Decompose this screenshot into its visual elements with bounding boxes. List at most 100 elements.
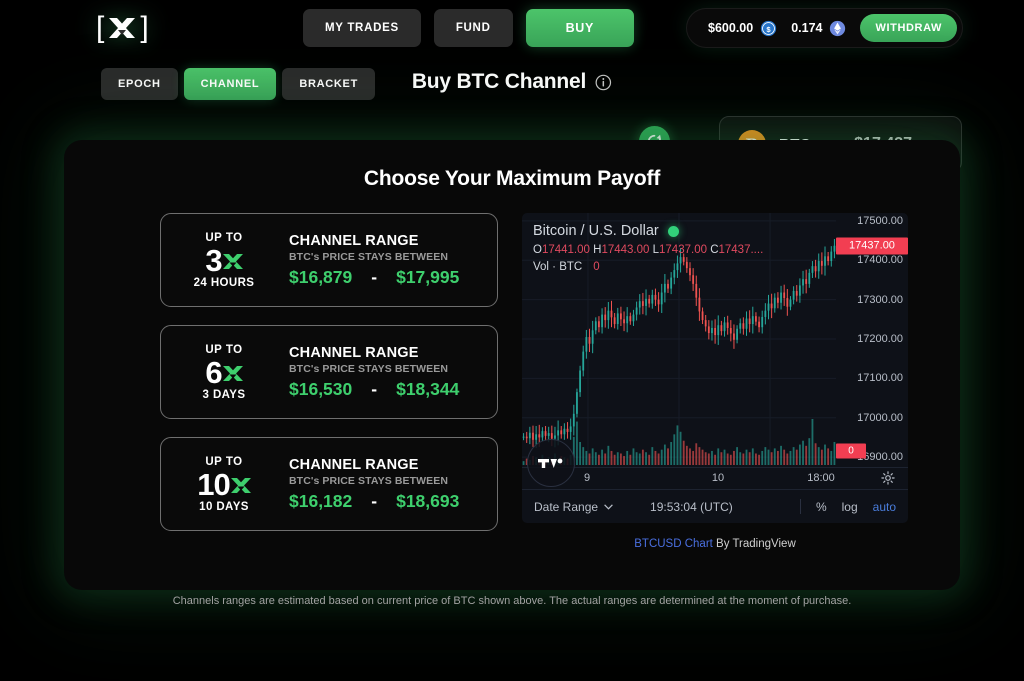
payoff-card-list: UP TO 3 24 HOURS CHANNEL RANGE BTC's PRI… <box>160 213 498 550</box>
mode-epoch[interactable]: EPOCH <box>101 68 178 100</box>
duration-label: 24 HOURS <box>193 276 255 289</box>
chart-time-axis[interactable]: 9 10 18:00 <box>522 467 908 489</box>
ohlc-c-label: C <box>710 244 719 256</box>
channel-range-values: $16,530 - $18,344 <box>289 379 459 400</box>
range-low: $16,182 <box>289 490 353 511</box>
ohlc-h-value: 17443.00 <box>601 244 650 256</box>
range-high: $18,344 <box>396 378 460 399</box>
percent-scale-button[interactable]: % <box>816 500 827 514</box>
withdraw-button[interactable]: WITHDRAW <box>860 14 957 42</box>
fund-button[interactable]: FUND <box>433 9 513 47</box>
channel-range-subtitle: BTC's PRICE STAYS BETWEEN <box>289 362 449 375</box>
channel-range-subtitle: BTC's PRICE STAYS BETWEEN <box>289 250 449 263</box>
tradingview-watermark <box>527 439 575 487</box>
wallet-balance-bar: $600.00 $ 0.174 WITHDRAW <box>687 9 962 47</box>
top-navigation-bar: [ ] MY TRADES FUND BUY $600.00 $ 0.174 W… <box>0 0 1024 56</box>
date-range-label: Date Range <box>534 499 599 514</box>
duration-label: 10 DAYS <box>199 500 249 513</box>
duration-label: 3 DAYS <box>202 388 246 401</box>
range-dash: - <box>371 378 378 399</box>
range-high: $17,995 <box>396 266 460 287</box>
up-to-label: UP TO <box>205 343 243 356</box>
toolbar-divider <box>799 499 801 514</box>
range-low: $16,530 <box>289 378 353 399</box>
logo-bracket-right: ] <box>140 11 149 44</box>
y-tick-2: 17300.00 <box>857 293 903 306</box>
page-title: Buy BTC Channel <box>412 70 612 94</box>
payoff-multiplier-block: UP TO 3 24 HOURS <box>161 232 287 289</box>
y-tick-4: 17100.00 <box>857 372 903 385</box>
chart-price-axis[interactable]: 17500.00 17400.00 17300.00 17200.00 17100.00… <box>836 213 908 465</box>
range-high: $18,693 <box>396 490 460 511</box>
multiplier-value: 3 <box>205 242 243 278</box>
my-trades-button[interactable]: MY TRADES <box>303 9 421 47</box>
multiplier-value: 6 <box>205 357 243 388</box>
channel-range-title: CHANNEL RANGE <box>289 456 419 473</box>
logo-bracket-left: [ <box>96 11 105 44</box>
page-title-text: Buy BTC Channel <box>411 70 587 93</box>
chart-volume-row: Vol · BTC 0 <box>533 261 763 273</box>
payoff-multiplier-block: UP TO 6 3 DAYS <box>161 344 287 401</box>
x-logo-icon <box>109 18 136 38</box>
log-scale-button[interactable]: log <box>842 500 858 514</box>
payoff-card-10x[interactable]: UP TO 10 10 DAYS CHANNEL RANGE BTC's PRI… <box>160 437 498 531</box>
ohlc-c-value: 17437.... <box>718 244 764 256</box>
chart-footer-toolbar: Date Range 19:53:04 (UTC) % log auto <box>522 489 908 523</box>
tradingview-logo-icon <box>538 458 563 468</box>
range-low: $16,879 <box>289 266 353 287</box>
y-tick-3: 17200.00 <box>857 333 903 345</box>
main-panel: Choose Your Maximum Payoff UP TO 3 24 HO… <box>64 140 960 590</box>
payoff-card-6x[interactable]: UP TO 6 3 DAYS CHANNEL RANGE BTC's PRICE… <box>160 325 498 419</box>
panel-body: UP TO 3 24 HOURS CHANNEL RANGE BTC's PRI… <box>64 191 960 550</box>
channel-range-block: CHANNEL RANGE BTC's PRICE STAYS BETWEEN … <box>287 233 459 288</box>
attribution-suffix: By TradingView <box>712 538 796 550</box>
info-icon[interactable] <box>595 74 612 91</box>
chart-container: Bitcoin / U.S. Dollar O17441.00 H17443.0… <box>522 213 908 550</box>
x-tick-0: 9 <box>583 472 591 484</box>
gear-icon[interactable] <box>881 471 895 485</box>
disclaimer-text: Channels ranges are estimated based on c… <box>172 595 852 607</box>
brand-logo[interactable]: [ ] <box>96 13 149 43</box>
chart-legend: Bitcoin / U.S. Dollar O17441.00 H17443.0… <box>533 223 763 273</box>
primary-nav-buttons: MY TRADES FUND BUY <box>303 9 635 47</box>
x-multiplier-icon <box>230 477 251 493</box>
channel-range-values: $16,879 - $17,995 <box>289 267 459 288</box>
mode-channel[interactable]: CHANNEL <box>183 68 277 100</box>
usd-balance[interactable]: $600.00 $ <box>708 20 777 37</box>
range-dash: - <box>371 266 378 287</box>
y-tick-5: 17000.00 <box>857 411 903 424</box>
channel-range-values: $16,182 - $18,693 <box>289 491 459 512</box>
chart-attribution: BTCUSD Chart By TradingView <box>522 538 908 550</box>
usd-balance-value: $600.00 <box>708 21 754 35</box>
payoff-multiplier-block: UP TO 10 10 DAYS <box>161 456 287 513</box>
chart-clock: 19:53:04 (UTC) <box>650 499 733 514</box>
x-tick-2: 18:00 <box>807 472 835 484</box>
payoff-card-3x[interactable]: UP TO 3 24 HOURS CHANNEL RANGE BTC's PRI… <box>160 213 498 307</box>
channel-range-block: CHANNEL RANGE BTC's PRICE STAYS BETWEEN … <box>287 345 459 400</box>
multiplier-number: 3 <box>205 242 222 278</box>
channel-range-block: CHANNEL RANGE BTC's PRICE STAYS BETWEEN … <box>287 457 459 512</box>
multiplier-number: 10 <box>197 466 230 502</box>
date-range-selector[interactable]: Date Range <box>534 500 613 514</box>
chart-symbol-name: Bitcoin / U.S. Dollar <box>533 223 659 239</box>
buy-button[interactable]: BUY <box>525 9 635 47</box>
market-open-dot <box>667 225 679 237</box>
mode-bracket[interactable]: BRACKET <box>282 68 375 100</box>
btcusd-chart-link[interactable]: BTCUSD Chart <box>634 538 713 550</box>
up-to-label: UP TO <box>205 231 243 244</box>
up-to-label: UP TO <box>205 455 243 468</box>
channel-range-subtitle: BTC's PRICE STAYS BETWEEN <box>289 474 449 487</box>
tradingview-chart[interactable]: Bitcoin / U.S. Dollar O17441.00 H17443.0… <box>522 213 908 523</box>
chart-ohlc-row: O17441.00 H17443.00 L17437.00 C17437.... <box>533 244 763 256</box>
x-multiplier-icon <box>222 365 243 381</box>
ethereum-icon <box>830 20 846 36</box>
auto-scale-button[interactable]: auto <box>873 500 896 514</box>
mode-and-title-bar: EPOCH CHANNEL BRACKET Buy BTC Channel B … <box>0 56 1024 172</box>
volume-label: Vol · BTC <box>533 261 583 273</box>
eth-balance[interactable]: 0.174 <box>791 20 846 37</box>
eth-balance-value: 0.174 <box>791 21 823 35</box>
channel-range-title: CHANNEL RANGE <box>289 344 419 361</box>
y-tick-1: 17400.00 <box>857 254 903 267</box>
channel-range-title: CHANNEL RANGE <box>289 232 419 249</box>
chart-symbol-row: Bitcoin / U.S. Dollar <box>533 223 763 239</box>
